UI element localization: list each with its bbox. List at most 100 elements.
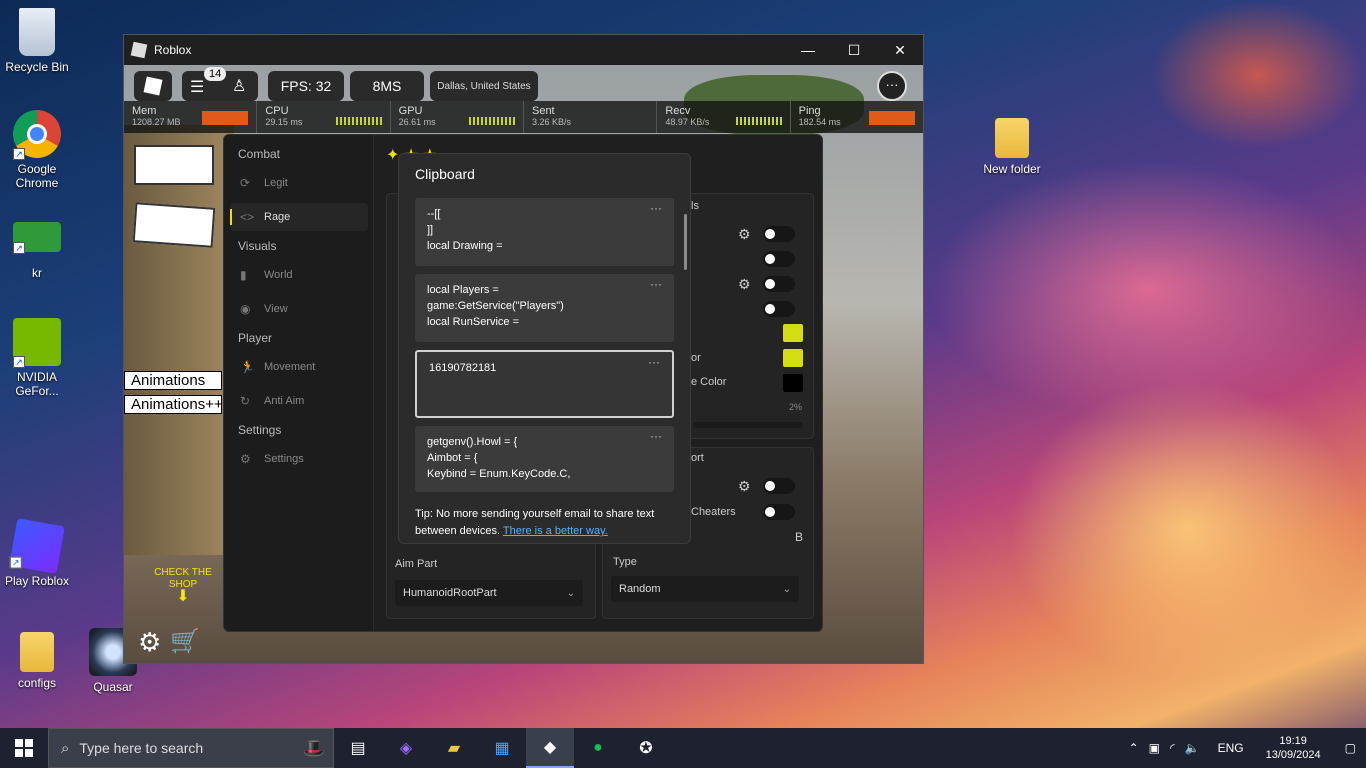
- toggle-switch[interactable]: [763, 251, 795, 267]
- fps-counter: FPS: 32: [268, 71, 344, 101]
- desktop-icon-new-folder[interactable]: New folder: [977, 114, 1047, 176]
- folder-icon: [20, 632, 54, 672]
- notifications-icon[interactable]: ▢: [1345, 741, 1356, 755]
- toggle-switch[interactable]: [763, 478, 795, 494]
- clipboard-item-selected[interactable]: ··· 16190782181: [415, 350, 674, 418]
- windows-logo-icon: [15, 739, 33, 757]
- sidebar-item-legit[interactable]: ⟳ Legit: [230, 169, 368, 197]
- language-indicator[interactable]: ENG: [1218, 741, 1244, 755]
- scrollbar[interactable]: [684, 214, 687, 270]
- toggle-switch[interactable]: [763, 504, 795, 520]
- taskbar-search[interactable]: ⌕ Type here to search 🎩: [48, 728, 334, 768]
- spotify-icon[interactable]: ●: [574, 728, 622, 768]
- clipboard-item[interactable]: ··· local Players = game:GetService("Pla…: [415, 274, 674, 342]
- sidebar-item-label: Legit: [264, 177, 288, 189]
- desktop-icon-google-chrome[interactable]: ↗ Google Chrome: [2, 110, 72, 190]
- shop-cart-button[interactable]: 🛒: [170, 627, 200, 656]
- window-titlebar[interactable]: Roblox — ☐ ✕: [124, 35, 923, 65]
- taskbar-clock[interactable]: 19:19 13/09/2024: [1252, 734, 1335, 762]
- color-swatch-black[interactable]: [783, 374, 803, 392]
- sidebar-item-label: World: [264, 269, 293, 281]
- file-explorer-icon[interactable]: ▰: [430, 728, 478, 768]
- toggle-switch[interactable]: [763, 301, 795, 317]
- type-dropdown[interactable]: Random ⌄: [611, 576, 799, 602]
- task-view-icon[interactable]: ▤: [334, 728, 382, 768]
- better-way-link[interactable]: There is a better way.: [503, 525, 608, 537]
- more-button[interactable]: ···: [877, 71, 907, 101]
- slider-track[interactable]: [693, 422, 803, 428]
- sidebar-item-movement[interactable]: 🏃 Movement: [230, 353, 368, 381]
- section-title-visuals: Visuals: [238, 239, 277, 253]
- sidebar-item-settings[interactable]: ⚙ Settings: [230, 445, 368, 473]
- color-label: e Color: [691, 376, 727, 388]
- clock-time: 19:19: [1279, 735, 1307, 747]
- network-icon[interactable]: ◜: [1170, 741, 1175, 755]
- chat-icon: ☰: [190, 79, 205, 96]
- sidebar-item-rage[interactable]: <> Rage: [230, 203, 368, 231]
- aim-part-dropdown[interactable]: HumanoidRootPart ⌄: [395, 580, 583, 606]
- volume-icon[interactable]: 🔈: [1185, 741, 1200, 755]
- ram-icon: ↗: [13, 222, 61, 254]
- taskbar: ⌕ Type here to search 🎩 ▤ ◈ ▰ ▦ ◆ ● ✪ ⌃ …: [0, 728, 1366, 768]
- more-options-icon[interactable]: ···: [650, 200, 662, 216]
- aim-part-label: Aim Part: [395, 558, 438, 570]
- shop-hint-text: CHECK THE SHOP: [154, 567, 212, 590]
- microsoft-store-icon[interactable]: ▦: [478, 728, 526, 768]
- performance-stats: Mem 1208.27 MB CPU 29.15 ms GPU 26.61 ms Se…: [124, 101, 923, 133]
- sidebar-item-view[interactable]: ◉ View: [230, 295, 368, 323]
- roblox-taskbar-icon[interactable]: ◆: [526, 728, 574, 768]
- roblox-menu-button[interactable]: [134, 71, 172, 101]
- start-button[interactable]: [0, 728, 48, 768]
- sidebar-item-world[interactable]: ▮ World: [230, 261, 368, 289]
- stat-recv: Recv 48.97 KB/s: [657, 101, 791, 133]
- animations-plus-label[interactable]: Animations++: [124, 395, 223, 414]
- keybind-value[interactable]: B: [795, 530, 803, 544]
- desktop-icon-kr[interactable]: ↗ kr: [2, 214, 72, 280]
- desktop-icon-recycle-bin[interactable]: Recycle Bin: [2, 8, 72, 74]
- top-hud: ☰ 14 ♙ FPS: 32 8MS Dallas, United States…: [124, 65, 923, 135]
- stat-label: Recv: [665, 105, 691, 117]
- building: [124, 125, 234, 555]
- tray-app-icon[interactable]: ▣: [1149, 741, 1160, 755]
- ms-counter: 8MS: [350, 71, 424, 101]
- desktop-icon-label: New folder: [983, 162, 1041, 176]
- animations-label[interactable]: Animations: [124, 371, 222, 390]
- desktop-icon-nvidia[interactable]: ↗ NVIDIA GeFor...: [2, 318, 72, 398]
- gear-icon[interactable]: ⚙: [738, 226, 751, 243]
- sidebar-item-label: View: [264, 303, 288, 315]
- gear-icon[interactable]: ⚙: [738, 276, 751, 293]
- chat-button[interactable]: ☰ 14 ♙: [182, 67, 258, 101]
- gear-icon[interactable]: ⚙: [738, 478, 751, 495]
- toggle-switch[interactable]: [763, 276, 795, 292]
- desktop-icon-label: configs: [17, 676, 57, 690]
- more-options-icon[interactable]: ···: [650, 276, 662, 292]
- desktop-icon-configs[interactable]: configs: [2, 628, 72, 690]
- color-swatch-accent[interactable]: [783, 324, 803, 342]
- close-button[interactable]: ✕: [877, 42, 923, 59]
- settings-gear-button[interactable]: ⚙: [138, 627, 161, 658]
- color-swatch-accent[interactable]: [783, 349, 803, 367]
- desktop-icon-label: Recycle Bin: [5, 60, 69, 74]
- star-app-icon[interactable]: ✪: [622, 728, 670, 768]
- clipboard-item[interactable]: ··· --[[ ]] local Drawing =: [415, 198, 674, 266]
- copilot-icon[interactable]: ◈: [382, 728, 430, 768]
- more-options-icon[interactable]: ···: [648, 354, 660, 370]
- minimize-button[interactable]: —: [785, 42, 831, 59]
- sidebar-item-anti-aim[interactable]: ↻ Anti Aim: [230, 387, 368, 415]
- clipboard-item[interactable]: ··· getgenv().Howl = { Aimbot = { Keybin…: [415, 426, 674, 492]
- arrow-down-icon: ⬇: [176, 588, 190, 605]
- sky-glow: [1010, 380, 1366, 680]
- maximize-button[interactable]: ☐: [831, 42, 877, 59]
- aim-part-value: HumanoidRootPart: [403, 587, 497, 599]
- more-options-icon[interactable]: ···: [650, 428, 662, 444]
- clipboard-line: game:GetService("Players"): [427, 300, 564, 312]
- chevron-up-icon[interactable]: ⌃: [1129, 741, 1139, 755]
- stat-bar: [868, 111, 915, 125]
- desktop-icon-play-roblox[interactable]: ↗ Play Roblox: [2, 518, 72, 588]
- toggle-switch[interactable]: [763, 226, 795, 242]
- refresh-icon: ⟳: [240, 176, 251, 190]
- stat-sent: Sent 3.26 KB/s: [524, 101, 658, 133]
- cheaters-label: Cheaters: [691, 506, 736, 518]
- system-tray: ⌃ ▣ ◜ 🔈 ENG 19:19 13/09/2024 ▢: [1129, 734, 1366, 762]
- clipboard-panel: Clipboard ··· --[[ ]] local Drawing = ··…: [398, 153, 691, 544]
